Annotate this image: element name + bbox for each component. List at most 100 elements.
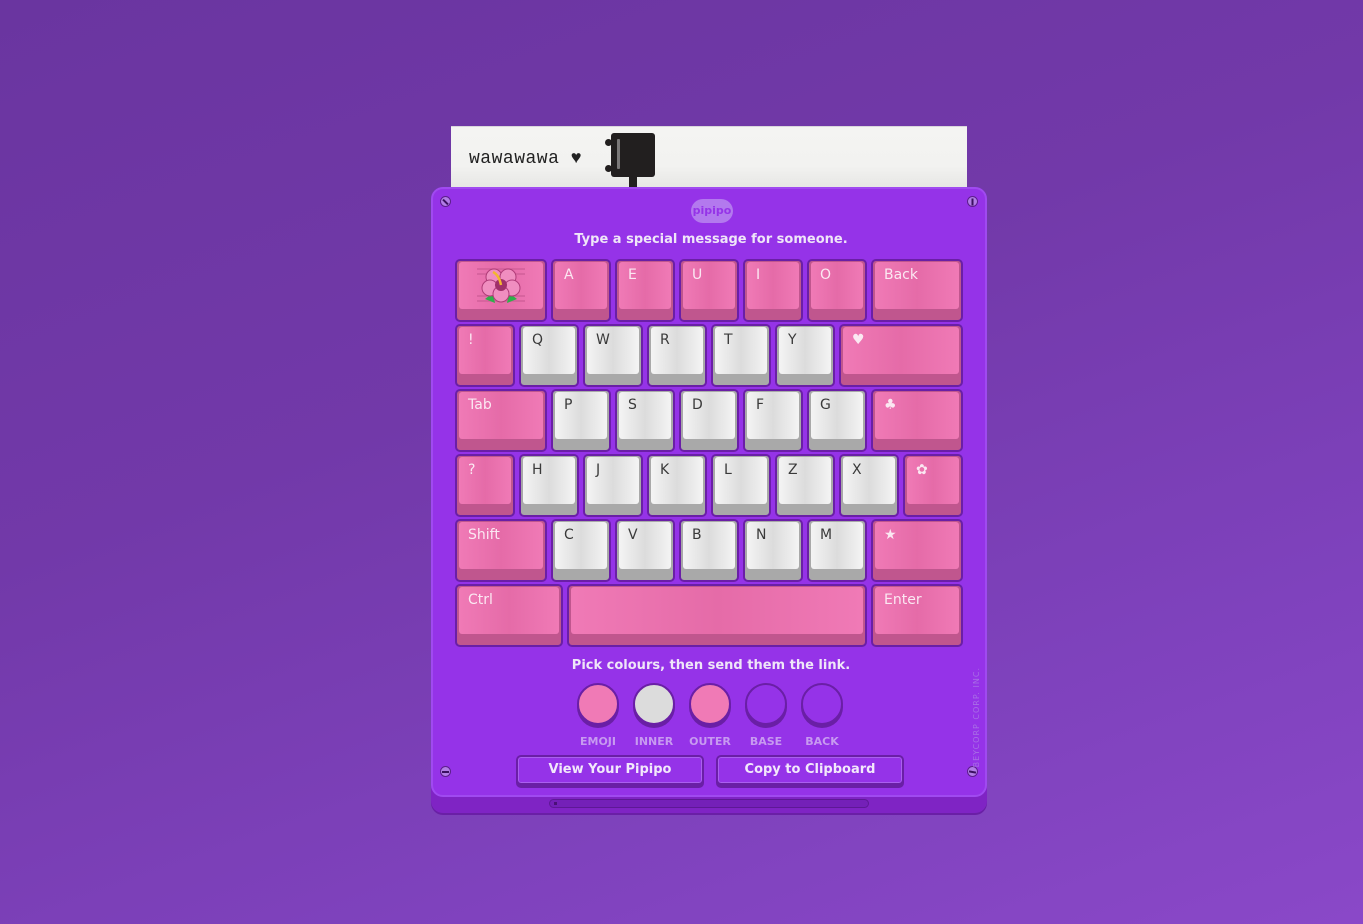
key-label: Tab [468,397,492,413]
key-n[interactable]: N [743,519,803,582]
key-y[interactable]: Y [775,324,835,387]
key-p[interactable]: P [551,389,611,452]
key-cap [459,327,511,374]
key-label: G [820,397,831,413]
key-b[interactable]: B [679,519,739,582]
key-label: Z [788,462,798,478]
keyboard: A E U I O Back! Q W R T Y ♥ Tab P S D F G ♣? H J K L Z X ✿ Shift C V… [455,259,967,649]
key-f[interactable]: F [743,389,803,452]
key-symbol[interactable]: ! [455,324,515,387]
colour-picker-emoji[interactable]: EMOJI [577,683,621,748]
screw-icon [440,766,451,777]
colour-instruction-text: Pick colours, then send them the link. [571,658,851,673]
key-cap [683,262,735,309]
colour-picker-inner[interactable]: INNER [633,683,677,748]
key-cap [779,457,831,504]
key-ctrl[interactable]: Ctrl [455,584,563,647]
key-s[interactable]: S [615,389,675,452]
key-label: Y [788,332,797,348]
key-i[interactable]: I [743,259,803,322]
maker-label: BEYCORP CORP. INC. [972,667,981,768]
key-cap [747,522,799,569]
colour-swatch[interactable] [689,683,731,725]
key-cap [619,262,671,309]
key-w[interactable]: W [583,324,643,387]
key-g[interactable]: G [807,389,867,452]
key-t[interactable]: T [711,324,771,387]
colour-swatch[interactable] [801,683,843,725]
typewriter-cursor-icon [605,133,655,177]
key-label: Shift [468,527,500,543]
key-symbol[interactable]: ★ [871,519,963,582]
key-cap [523,457,575,504]
key-cap [571,587,863,634]
key-cap [811,522,863,569]
key-back[interactable]: Back [871,259,963,322]
copy-to-clipboard-button[interactable]: Copy to Clipboard [716,755,904,785]
key-label: M [820,527,833,543]
key-z[interactable]: Z [775,454,835,517]
key-cap [683,522,735,569]
key-d[interactable]: D [679,389,739,452]
key-a[interactable]: A [551,259,611,322]
key-o[interactable]: O [807,259,867,322]
key-symbol[interactable]: ♥ [839,324,963,387]
key-cap [715,327,767,374]
key-cap [843,457,895,504]
key-label: U [692,267,703,283]
key-cap [811,392,863,439]
key-symbol[interactable]: ♣ [871,389,963,452]
key-m[interactable]: M [807,519,867,582]
colour-picker-label: INNER [634,735,674,748]
device-face: pipipo Type a special message for someon… [431,187,987,797]
key-label: ! [468,332,474,348]
key-cap [619,522,671,569]
key-emoji[interactable] [455,259,547,322]
screw-icon [967,766,978,777]
key-label: ♥ [852,332,865,348]
key-h[interactable]: H [519,454,579,517]
key-shift[interactable]: Shift [455,519,547,582]
view-pipipo-button[interactable]: View Your Pipipo [516,755,704,785]
key-label: W [596,332,610,348]
key-space[interactable] [567,584,867,647]
colour-swatch[interactable] [577,683,619,725]
key-label: V [628,527,638,543]
colour-picker-back[interactable]: BACK [801,683,845,748]
key-label: ✿ [916,462,928,478]
key-label: Back [884,267,918,283]
colour-picker-label: OUTER [689,735,731,748]
colour-picker-outer[interactable]: OUTER [689,683,733,748]
key-symbol[interactable]: ? [455,454,515,517]
key-symbol[interactable]: ✿ [903,454,963,517]
key-u[interactable]: U [679,259,739,322]
key-c[interactable]: C [551,519,611,582]
key-e[interactable]: E [615,259,675,322]
key-label: E [628,267,637,283]
screw-icon [440,196,451,207]
key-cap [523,327,575,374]
key-j[interactable]: J [583,454,643,517]
key-cap [619,392,671,439]
key-r[interactable]: R [647,324,707,387]
card-slot [549,799,869,808]
key-label: S [628,397,637,413]
key-cap [651,457,703,504]
key-q[interactable]: Q [519,324,579,387]
key-x[interactable]: X [839,454,899,517]
key-k[interactable]: K [647,454,707,517]
key-l[interactable]: L [711,454,771,517]
colour-swatch[interactable] [633,683,675,725]
colour-picker-base[interactable]: BASE [745,683,789,748]
key-tab[interactable]: Tab [455,389,547,452]
key-cap [779,327,831,374]
instruction-text: Type a special message for someone. [574,232,848,247]
key-label: T [724,332,733,348]
key-v[interactable]: V [615,519,675,582]
key-label: Ctrl [468,592,493,608]
message-text: wawawawa ♥ [469,149,583,169]
key-cap [555,392,607,439]
key-enter[interactable]: Enter [871,584,963,647]
key-cap [683,392,735,439]
colour-swatch[interactable] [745,683,787,725]
